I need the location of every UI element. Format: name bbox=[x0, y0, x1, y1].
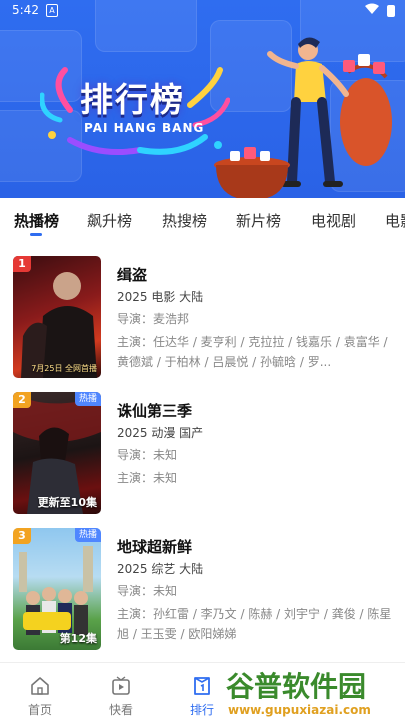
notification-icon: A bbox=[46, 4, 58, 17]
ranking-icon bbox=[194, 677, 210, 695]
status-time: 5:42 bbox=[12, 3, 39, 17]
item-meta: 2025 电影 大陆 bbox=[117, 290, 204, 304]
list-item[interactable]: 3 热播 第12集 地球超新鲜 2025 综艺 大陆 导演：未知 主演：孙红雷 … bbox=[0, 520, 405, 670]
rank-badge: 2 bbox=[13, 392, 31, 408]
item-title[interactable]: 诛仙第三季 bbox=[117, 400, 192, 421]
item-director: 导演：未知 bbox=[117, 584, 178, 598]
poster-figure bbox=[21, 272, 97, 378]
wifi-icon bbox=[365, 3, 379, 18]
list-item[interactable]: 1 7月25日 全网首播 缉盗 2025 电影 大陆 导演：麦浩邦 主演：任达华… bbox=[0, 248, 405, 398]
play-icon bbox=[112, 676, 130, 695]
pot-illustration bbox=[214, 147, 290, 198]
item-cast: 主演：孙红雷 / 李乃文 / 陈赫 / 刘宇宁 / 龚俊 / 陈星旭 / 王玉雯… bbox=[117, 607, 392, 641]
nav-ranking-label: 排行 bbox=[189, 703, 214, 717]
battery-icon bbox=[387, 5, 395, 17]
nav-home[interactable]: 首页 bbox=[10, 663, 70, 721]
item-title[interactable]: 缉盗 bbox=[117, 264, 147, 285]
item-director: 导演：麦浩邦 bbox=[117, 312, 190, 326]
watermark-url: www.gupuxiazai.com bbox=[228, 703, 371, 717]
nav-quick-watch[interactable]: 快看 bbox=[91, 663, 151, 721]
poster-caption: 7月25日 全网首播 bbox=[31, 364, 97, 373]
item-director: 导演：未知 bbox=[117, 448, 178, 462]
ranking-tabs: 热播榜 飙升榜 热搜榜 新片榜 电视剧 电影 bbox=[0, 198, 405, 240]
poster-caption: 第12集 bbox=[59, 632, 97, 645]
tab-rising[interactable]: 飙升榜 bbox=[87, 210, 132, 231]
rank-badge: 3 bbox=[13, 528, 31, 544]
tab-new-release[interactable]: 新片榜 bbox=[236, 210, 281, 231]
list-item[interactable]: 2 热播 更新至10集 诛仙第三季 2025 动漫 国产 导演：未知 主演：未知 bbox=[0, 384, 405, 534]
banner-subtitle: PAI HANG BANG bbox=[84, 121, 205, 135]
poster-image[interactable]: 2 热播 更新至10集 bbox=[13, 392, 101, 514]
tab-movie[interactable]: 电影 bbox=[385, 210, 405, 231]
item-cast: 主演：任达华 / 麦亨利 / 克拉拉 / 钱嘉乐 / 袁富华 / 黄德斌 / 于… bbox=[117, 335, 388, 369]
item-meta: 2025 综艺 大陆 bbox=[117, 562, 204, 576]
active-tab-indicator bbox=[30, 233, 42, 236]
tab-tv-series[interactable]: 电视剧 bbox=[311, 210, 356, 231]
status-bar: 5:42 A bbox=[0, 0, 405, 22]
nav-quick-watch-label: 快看 bbox=[108, 703, 133, 717]
watermark-text: 谷普软件园 bbox=[226, 670, 366, 703]
hot-badge: 热播 bbox=[74, 528, 101, 542]
watermark-logo: 谷普软件园 www.gupuxiazai.com bbox=[222, 664, 402, 718]
banner-logo: 排行榜 PAI HANG BANG bbox=[40, 65, 230, 160]
home-icon bbox=[31, 677, 49, 695]
item-title[interactable]: 地球超新鲜 bbox=[117, 536, 192, 557]
tab-hot-search[interactable]: 热搜榜 bbox=[162, 210, 207, 231]
nav-home-label: 首页 bbox=[27, 703, 52, 717]
tab-hot-play[interactable]: 热播榜 bbox=[14, 210, 59, 231]
poster-image[interactable]: 1 7月25日 全网首播 bbox=[13, 256, 101, 378]
rank-badge: 1 bbox=[13, 256, 31, 272]
banner-title: 排行榜 bbox=[80, 80, 185, 119]
hot-badge: 热播 bbox=[74, 392, 101, 406]
item-cast: 主演：未知 bbox=[117, 471, 178, 485]
poster-image[interactable]: 3 热播 第12集 bbox=[13, 528, 101, 650]
watermark-graphic: 谷普软件园 www.gupuxiazai.com bbox=[222, 668, 402, 717]
item-meta: 2025 动漫 国产 bbox=[117, 426, 204, 440]
ranking-banner: 排行榜 PAI HANG BANG bbox=[0, 0, 405, 198]
poster-caption: 更新至10集 bbox=[37, 496, 97, 509]
